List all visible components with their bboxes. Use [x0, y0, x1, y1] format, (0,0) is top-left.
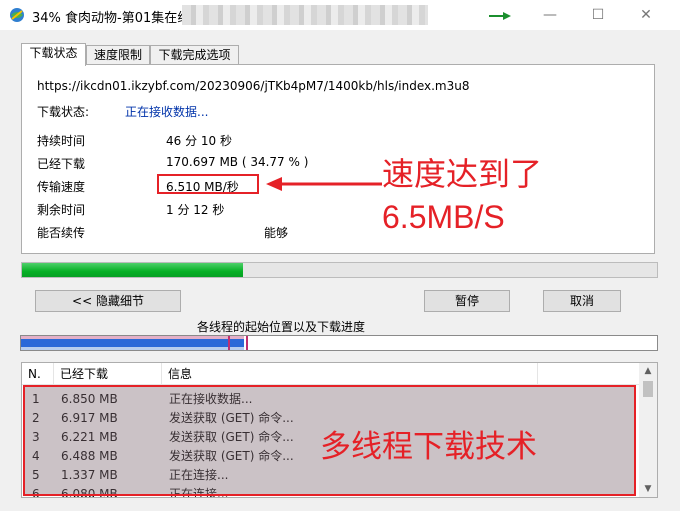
- resume-value: 能够: [264, 226, 289, 240]
- pause-button[interactable]: 暂停: [424, 290, 510, 312]
- blurred-title-region: [182, 5, 428, 25]
- download-url: https://ikcdn01.ikzybf.com/20230906/jTKb…: [37, 79, 470, 93]
- speed-label: 传输速度: [37, 180, 86, 194]
- speed-annotation-line2: 6.5MB/S: [382, 199, 505, 235]
- download-status-label: 下载状态:: [37, 105, 90, 119]
- table-scrollbar[interactable]: ▲ ▼: [639, 363, 657, 497]
- green-arrow-icon: [489, 12, 511, 20]
- thread-start-marker: [246, 336, 248, 350]
- table-header: N. 已经下载 信息: [22, 363, 639, 385]
- minimize-button[interactable]: —: [532, 4, 568, 26]
- column-header-number[interactable]: N.: [22, 363, 54, 385]
- download-progress-bar: [21, 262, 658, 278]
- duration-label: 持续时间: [37, 134, 86, 148]
- downloaded-label: 已经下载: [37, 157, 86, 171]
- column-header-downloaded[interactable]: 已经下载: [54, 363, 162, 385]
- close-button[interactable]: ✕: [628, 4, 664, 26]
- threads-annotation: 多线程下载技术: [320, 429, 537, 465]
- resume-label: 能否续传: [37, 226, 86, 240]
- column-header-info[interactable]: 信息: [162, 363, 538, 385]
- duration-value: 46 分 10 秒: [166, 134, 232, 148]
- idm-globe-icon: [10, 8, 24, 22]
- scroll-thumb[interactable]: [643, 381, 653, 397]
- threads-progress-fill: [21, 336, 244, 350]
- annotation-arrow-icon: [266, 177, 382, 191]
- threads-progress-label: 各线程的起始位置以及下载进度: [197, 320, 366, 334]
- tab-speed-limit[interactable]: 速度限制: [86, 45, 150, 65]
- scroll-up-icon[interactable]: ▲: [639, 363, 657, 379]
- threads-progress-bar: [20, 335, 658, 351]
- hide-details-button[interactable]: << 隐藏细节: [35, 290, 181, 312]
- downloaded-value: 170.697 MB ( 34.77 % ): [166, 155, 309, 169]
- window-title: 34% 食肉动物-第01集在线: [32, 11, 191, 26]
- tab-download-status[interactable]: 下载状态: [21, 43, 86, 66]
- scroll-down-icon[interactable]: ▼: [639, 481, 657, 497]
- remaining-label: 剩余时间: [37, 203, 86, 217]
- status-panel: https://ikcdn01.ikzybf.com/20230906/jTKb…: [21, 64, 655, 254]
- maximize-button[interactable]: ☐: [580, 4, 616, 26]
- cancel-button[interactable]: 取消: [543, 290, 621, 312]
- speed-highlight-box: [157, 174, 259, 194]
- title-bar: 34% 食肉动物-第01集在线 — ☐ ✕: [0, 0, 680, 30]
- progress-fill: [22, 263, 243, 277]
- download-status-value: 正在接收数据...: [125, 105, 209, 119]
- speed-annotation-line1: 速度达到了: [382, 155, 543, 193]
- thread-start-marker: [228, 336, 230, 350]
- tab-completion-options[interactable]: 下载完成选项: [150, 45, 239, 65]
- remaining-value: 1 分 12 秒: [166, 203, 225, 217]
